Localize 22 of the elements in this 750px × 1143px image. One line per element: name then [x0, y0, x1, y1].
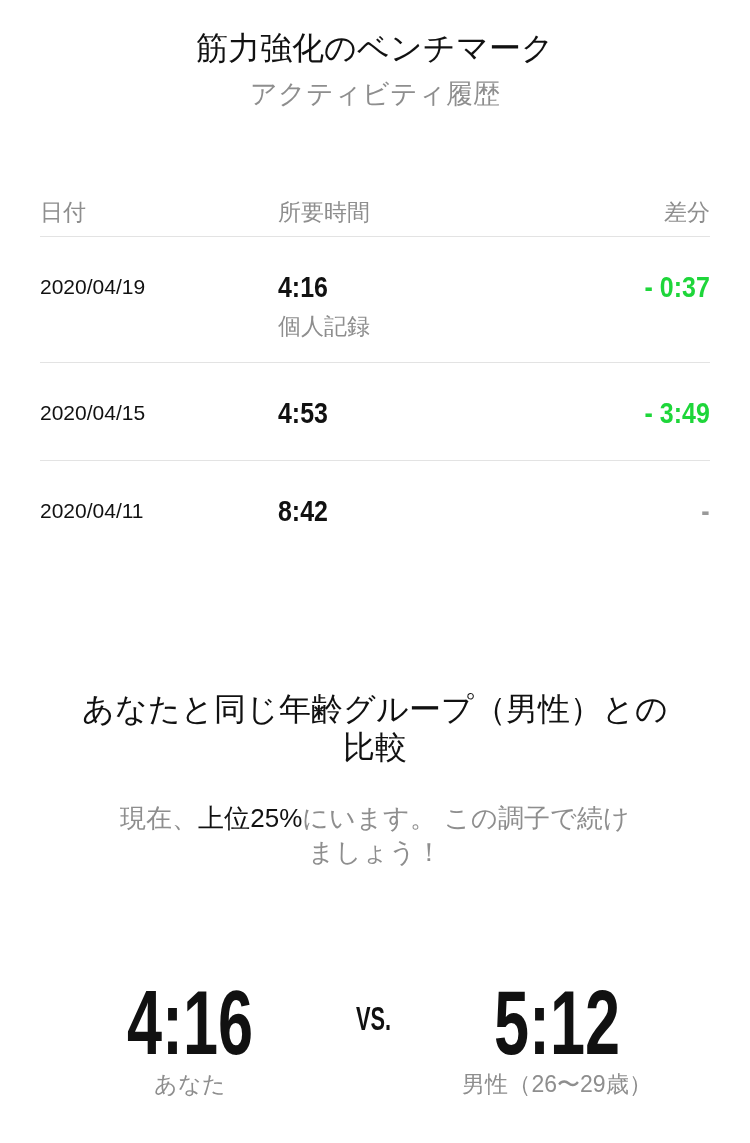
time-text: 4:16: [278, 270, 328, 304]
difference-text: - 0:37: [644, 270, 710, 304]
date-text: 2020/04/11: [40, 498, 144, 524]
column-header: 所要時間: [278, 199, 370, 225]
page-title: 筋力強化のベンチマーク: [196, 30, 554, 66]
versus-text: VS.: [356, 999, 392, 1039]
time-text: 8:42: [278, 494, 328, 528]
difference-text: - 3:49: [644, 396, 710, 430]
comparison-title: あなたと同じ年齢グループ（男性）との比較: [81, 690, 669, 766]
your-time: 4:16: [126, 978, 254, 1068]
your-label: あなた: [154, 1070, 226, 1099]
column-header: 日付: [40, 199, 86, 225]
group-label: 男性（26〜29歳）: [462, 1070, 652, 1099]
group-time: 5:12: [493, 978, 621, 1068]
date-text: 2020/04/15: [40, 400, 146, 426]
comparison-message: 現在、上位25%にいます。 この調子で続けましょう！: [119, 802, 631, 869]
time-text: 4:53: [278, 396, 328, 430]
difference-text: -: [701, 494, 710, 528]
page-subtitle: アクティビティ履歴: [250, 78, 500, 111]
column-header: 差分: [664, 198, 710, 227]
date-text: 2020/04/19: [40, 274, 146, 300]
personal-best-label: 個人記録: [278, 312, 370, 341]
